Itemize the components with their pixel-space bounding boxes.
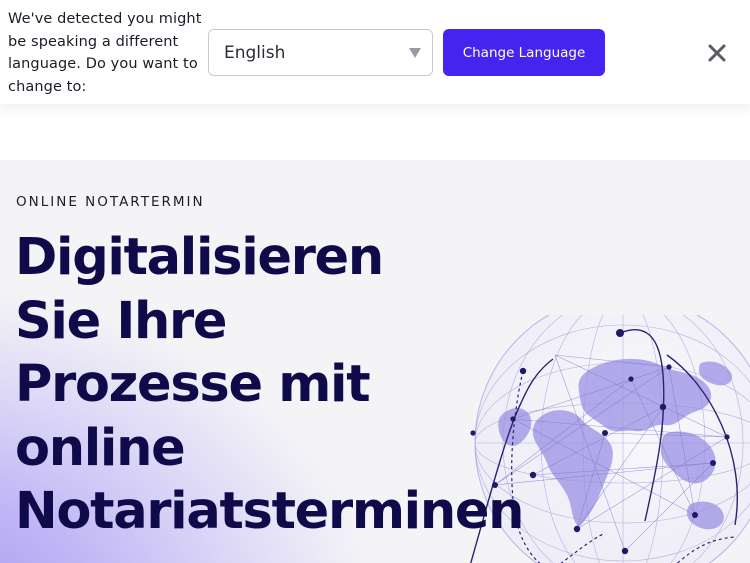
language-banner: We've detected you might be speaking a d… <box>0 0 750 104</box>
hero-title-line: Prozesse mit <box>15 355 371 414</box>
change-language-button[interactable]: Change Language <box>443 29 605 76</box>
hero-title-line: Digitalisieren <box>15 228 384 287</box>
hero-title-line: Notariatsterminen <box>15 482 524 541</box>
hero-section: ONLINE NOTARTERMIN Digitalisieren Sie Ih… <box>0 160 750 563</box>
hero-title-line: online <box>15 418 186 478</box>
hero-eyebrow: ONLINE NOTARTERMIN <box>16 194 205 210</box>
caret-down-icon <box>409 48 421 58</box>
hero-title: Digitalisieren Sie Ihre Prozesse mit onl… <box>15 226 524 544</box>
language-select-value: English <box>224 43 286 63</box>
hero-title-line: Sie Ihre <box>15 291 227 351</box>
language-message: We've detected you might be speaking a d… <box>8 11 202 95</box>
language-select[interactable]: English <box>208 29 433 76</box>
close-icon[interactable] <box>704 40 730 66</box>
